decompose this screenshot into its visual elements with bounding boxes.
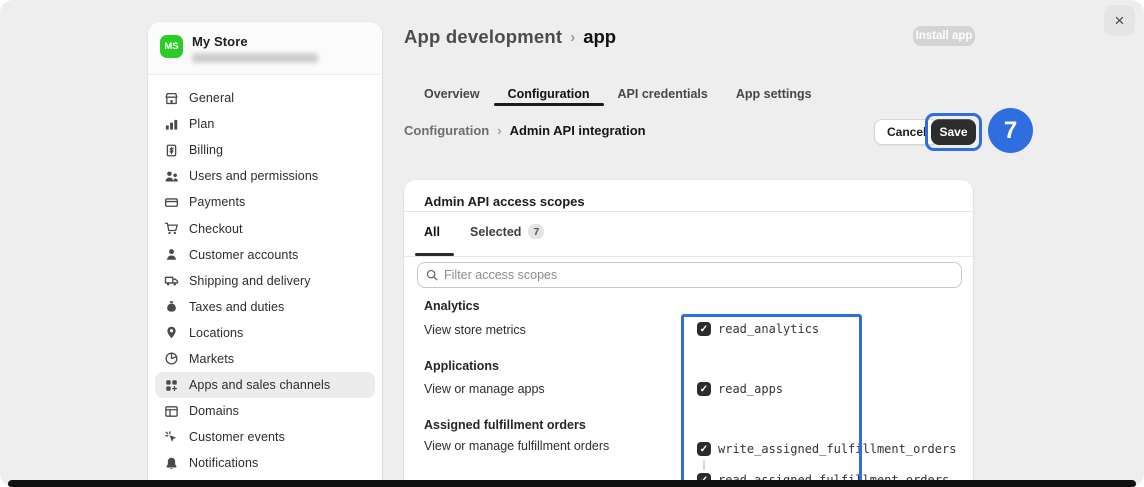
- sidebar-item-plan[interactable]: Plan: [155, 111, 375, 137]
- sidebar-item-notifications[interactable]: Notifications: [155, 450, 375, 476]
- scope-group-name: Applications: [424, 359, 499, 373]
- sidebar-item-general[interactable]: General: [155, 85, 375, 111]
- card-title: Admin API access scopes: [424, 194, 585, 209]
- markets-globe-icon: [164, 351, 179, 366]
- sidebar-item-markets[interactable]: Markets: [155, 346, 375, 372]
- check-icon: ✓: [700, 324, 708, 335]
- payments-card-icon: [164, 195, 179, 210]
- checkbox-read-analytics[interactable]: ✓: [697, 322, 711, 336]
- close-icon: ×: [1115, 11, 1125, 30]
- tab-configuration[interactable]: Configuration: [494, 84, 604, 105]
- sidebar-item-checkout[interactable]: Checkout: [155, 215, 375, 241]
- selected-count-badge: 7: [528, 224, 544, 239]
- sidebar-item-payments[interactable]: Payments: [155, 189, 375, 215]
- bottom-edge-bar: [8, 480, 1136, 487]
- sidebar-item-customer-accounts[interactable]: Customer accounts: [155, 242, 375, 268]
- checkbox-connector-line: [703, 460, 705, 470]
- store-avatar: MS: [160, 35, 183, 58]
- scope-group-name: Analytics: [424, 299, 480, 313]
- save-button[interactable]: Save: [931, 119, 976, 145]
- domains-browser-icon: [164, 404, 179, 419]
- chevron-right-icon: ›: [497, 123, 501, 138]
- plan-icon: [164, 117, 179, 132]
- tab-app-settings[interactable]: App settings: [722, 84, 826, 105]
- scope-row: ✓ write_assigned_fulfillment_orders: [697, 442, 956, 456]
- sidebar-item-locations[interactable]: Locations: [155, 320, 375, 346]
- annotation-box-save: Save: [925, 113, 982, 151]
- sidebar-item-shipping-and-delivery[interactable]: Shipping and delivery: [155, 268, 375, 294]
- apps-grid-icon: [164, 378, 179, 393]
- breadcrumb: Configuration › Admin API integration: [404, 123, 646, 138]
- title-breadcrumb-parent[interactable]: App development: [404, 26, 562, 48]
- scope-row: ✓ read_analytics: [697, 322, 819, 336]
- store-url-blurred: [192, 53, 318, 63]
- users-icon: [164, 169, 179, 184]
- sidebar-item-apps-and-sales-channels[interactable]: Apps and sales channels: [155, 372, 375, 398]
- breadcrumb-configuration[interactable]: Configuration: [404, 123, 489, 138]
- scope-group-name: Assigned fulfillment orders: [424, 418, 586, 432]
- scope-row: ✓ read_apps: [697, 382, 783, 396]
- title-breadcrumb-current: app: [583, 26, 616, 48]
- scope-label[interactable]: write_assigned_fulfillment_orders: [718, 442, 956, 456]
- install-app-button[interactable]: Install app: [913, 26, 975, 46]
- scopes-tab-all[interactable]: All: [424, 225, 440, 239]
- filter-field: [417, 262, 962, 288]
- divider: [404, 256, 973, 257]
- settings-nav: General Plan Billing Users and permissio…: [148, 75, 382, 487]
- billing-icon: [164, 143, 179, 158]
- person-icon: [164, 247, 179, 262]
- bell-icon: [164, 456, 179, 471]
- admin-api-access-scopes-card: Admin API access scopes All Selected 7 A…: [404, 180, 973, 487]
- scopes-tab-selected[interactable]: Selected 7: [470, 224, 544, 239]
- money-bag-icon: [164, 299, 179, 314]
- sidebar-item-domains[interactable]: Domains: [155, 398, 375, 424]
- checkbox-read-apps[interactable]: ✓: [697, 382, 711, 396]
- check-icon: ✓: [700, 384, 708, 395]
- close-button[interactable]: ×: [1104, 5, 1135, 36]
- sidebar-item-customer-events[interactable]: Customer events: [155, 424, 375, 450]
- divider: [404, 211, 973, 212]
- scope-label[interactable]: read_apps: [718, 382, 783, 396]
- store-icon: [164, 91, 179, 106]
- app-tabs: Overview Configuration API credentials A…: [410, 84, 826, 105]
- cursor-click-icon: [164, 430, 179, 445]
- scope-group-description: View store metrics: [424, 323, 526, 337]
- scope-label[interactable]: read_analytics: [718, 322, 819, 336]
- check-icon: ✓: [700, 444, 708, 455]
- search-icon: [426, 269, 438, 281]
- tab-overview[interactable]: Overview: [410, 84, 494, 105]
- tab-api-credentials[interactable]: API credentials: [604, 84, 722, 105]
- scope-group-description: View or manage apps: [424, 382, 545, 396]
- store-header: MS My Store: [148, 22, 382, 75]
- checkbox-write-assigned-fulfillment-orders[interactable]: ✓: [697, 442, 711, 456]
- shopify-settings-modal: × MS My Store General Plan Billing: [0, 0, 1144, 487]
- filter-access-scopes-input[interactable]: [444, 268, 953, 282]
- scope-group-description: View or manage fulfillment orders: [424, 439, 609, 453]
- truck-icon: [164, 273, 179, 288]
- store-name: My Store: [192, 34, 318, 49]
- sidebar-item-billing[interactable]: Billing: [155, 137, 375, 163]
- page-title: App development › app: [404, 26, 616, 48]
- annotation-step-badge: 7: [988, 108, 1033, 153]
- sidebar-item-taxes-and-duties[interactable]: Taxes and duties: [155, 294, 375, 320]
- location-pin-icon: [164, 325, 179, 340]
- breadcrumb-admin-api-integration: Admin API integration: [510, 123, 646, 138]
- settings-sidebar: MS My Store General Plan Billing Users: [148, 22, 382, 487]
- chevron-right-icon: ›: [570, 29, 575, 46]
- sidebar-item-users-and-permissions[interactable]: Users and permissions: [155, 163, 375, 189]
- checkout-cart-icon: [164, 221, 179, 236]
